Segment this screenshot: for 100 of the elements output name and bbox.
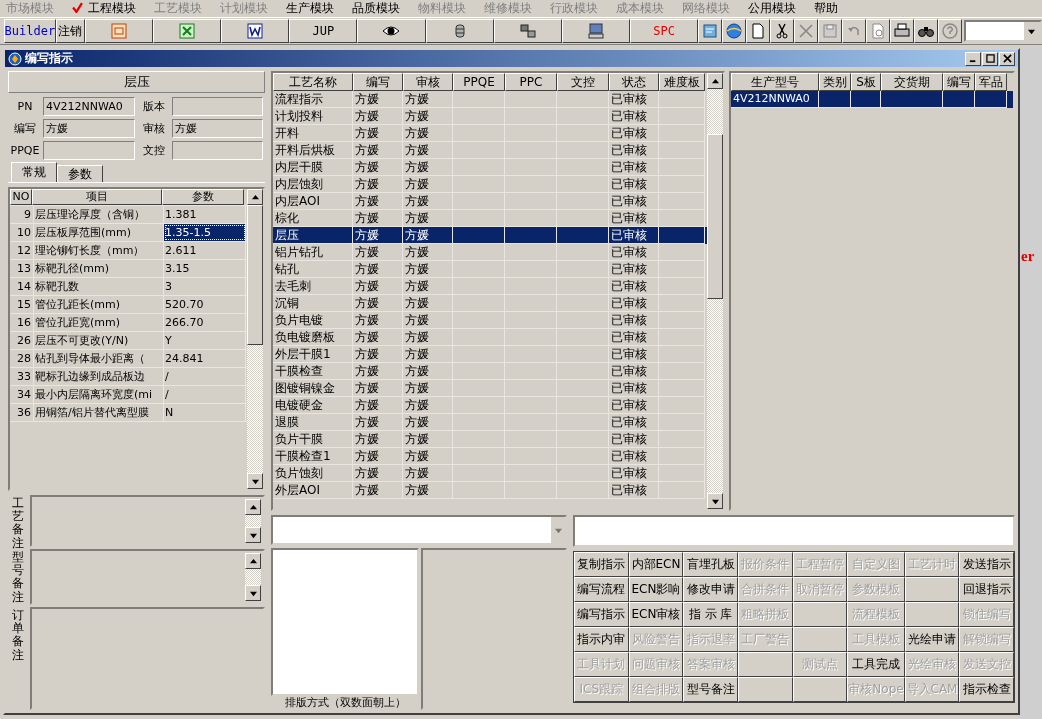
action-button[interactable]: 编写流程 xyxy=(574,577,629,602)
menu-item[interactable]: 品质模块 xyxy=(352,0,400,15)
slides-button[interactable] xyxy=(84,19,153,43)
memo-field[interactable] xyxy=(30,549,265,605)
memo-field[interactable] xyxy=(30,495,265,547)
text-field[interactable] xyxy=(573,515,1015,547)
blank-button[interactable] xyxy=(792,677,848,702)
table-row[interactable]: 干膜检查 方媛 方媛 已审核 xyxy=(273,363,707,380)
table-cell[interactable]: 3.15 xyxy=(164,260,246,277)
action-button[interactable]: 型号备注 xyxy=(683,677,738,702)
table-cell[interactable]: 1.381 xyxy=(164,206,246,223)
column-header[interactable]: S板 xyxy=(851,73,881,91)
tab[interactable]: 参数 xyxy=(57,165,103,182)
toolbar-button[interactable]: 注销 xyxy=(55,19,85,43)
close-button[interactable] xyxy=(999,51,1015,66)
scrollbar[interactable] xyxy=(247,189,263,489)
sheet-button[interactable] xyxy=(152,19,222,43)
action-button[interactable]: 盲埋孔板 xyxy=(683,552,738,577)
action-button[interactable]: 发送指示 xyxy=(959,552,1014,577)
table-row[interactable]: 外层AOI 方媛 方媛 已审核 xyxy=(273,482,707,499)
table-row[interactable]: 开料后烘板 方媛 方媛 已审核 xyxy=(273,142,707,159)
table-cell[interactable]: 3 xyxy=(164,278,246,295)
table-cell[interactable]: 24.841 xyxy=(164,350,246,367)
table-row[interactable]: 电镀硬金 方媛 方媛 已审核 xyxy=(273,397,707,414)
toolbar-dropdown[interactable] xyxy=(964,20,1042,42)
scrollbar[interactable] xyxy=(245,553,261,601)
globe-button[interactable] xyxy=(722,19,747,43)
database-button[interactable] xyxy=(425,19,494,43)
table-row[interactable]: 计划投料 方媛 方媛 已审核 xyxy=(273,108,707,125)
toolbar-button[interactable]: Builder xyxy=(4,19,56,43)
scrollbar[interactable] xyxy=(707,73,723,509)
table-row[interactable]: 干膜检查1 方媛 方媛 已审核 xyxy=(273,448,707,465)
action-button[interactable]: 指示内审 xyxy=(574,627,629,652)
cut-button[interactable] xyxy=(770,19,795,43)
table-cell[interactable]: 520.70 xyxy=(164,296,246,313)
dropdown[interactable] xyxy=(271,515,567,545)
table-row[interactable]: 退膜 方媛 方媛 已审核 xyxy=(273,414,707,431)
table-row[interactable]: 铝片钻孔 方媛 方媛 已审核 xyxy=(273,244,707,261)
table-row[interactable]: 流程指示 方媛 方媛 已审核 xyxy=(273,91,707,108)
table-row[interactable]: 负片干膜 方媛 方媛 已审核 xyxy=(273,431,707,448)
table-cell[interactable]: 266.70 xyxy=(164,314,246,331)
input-field[interactable] xyxy=(171,141,263,160)
blank-button[interactable] xyxy=(904,602,960,627)
column-header[interactable]: 参数 xyxy=(162,189,244,205)
table-row[interactable]: 内层干膜 方媛 方媛 已审核 xyxy=(273,159,707,176)
column-header[interactable]: PPQE xyxy=(453,73,505,91)
column-header[interactable]: 项目 xyxy=(32,189,162,205)
help-button[interactable] xyxy=(938,19,963,43)
action-button[interactable]: 复制指示 xyxy=(574,552,629,577)
menu-item[interactable]: 工程模块 xyxy=(72,0,136,15)
undo-button[interactable] xyxy=(842,19,867,43)
table-row[interactable]: 去毛刺 方媛 方媛 已审核 xyxy=(273,278,707,295)
column-header[interactable]: PPC xyxy=(505,73,557,91)
column-header[interactable]: 文控 xyxy=(557,73,609,91)
table-row[interactable]: 负电镀磨板 方媛 方媛 已审核 xyxy=(273,329,707,346)
table-cell[interactable]: 2.611 xyxy=(164,242,246,259)
table-row[interactable]: 负片电镀 方媛 方媛 已审核 xyxy=(273,312,707,329)
menu-item[interactable]: 公用模块 xyxy=(748,0,796,15)
maximize-button[interactable] xyxy=(982,51,998,66)
memo-field[interactable] xyxy=(30,607,265,710)
list-box[interactable] xyxy=(271,548,419,696)
column-header[interactable]: 生产型号 xyxy=(731,73,819,91)
toolbar-button[interactable]: JUP xyxy=(289,19,358,43)
menu-item[interactable]: 生产模块 xyxy=(286,0,334,15)
table-row[interactable]: 外层干膜1 方媛 方媛 已审核 xyxy=(273,346,707,363)
table-row[interactable]: 负片蚀刻 方媛 方媛 已审核 xyxy=(273,465,707,482)
column-header[interactable]: 编写 xyxy=(943,73,975,91)
column-header[interactable]: 难度板 xyxy=(659,73,705,91)
find-button[interactable] xyxy=(914,19,939,43)
table-row[interactable]: 4V212NNWA0 xyxy=(731,91,1013,108)
action-button[interactable]: ECN审核 xyxy=(628,602,684,627)
table-row[interactable]: 图镀铜镍金 方媛 方媛 已审核 xyxy=(273,380,707,397)
print-button[interactable] xyxy=(890,19,915,43)
action-button[interactable]: 指 示 库 xyxy=(683,602,738,627)
action-button[interactable]: 编写指示 xyxy=(574,602,629,627)
blank-button[interactable] xyxy=(738,652,793,677)
table-row[interactable]: 钻孔 方媛 方媛 已审核 xyxy=(273,261,707,278)
column-header[interactable]: NO xyxy=(10,189,32,205)
table-row[interactable]: 沉铜 方媛 方媛 已审核 xyxy=(273,295,707,312)
blank-button[interactable] xyxy=(792,627,848,652)
action-button[interactable]: 修改申请 xyxy=(683,577,738,602)
doc-button[interactable] xyxy=(221,19,290,43)
preview-button[interactable] xyxy=(866,19,891,43)
column-header[interactable]: 审核 xyxy=(403,73,453,91)
table-row[interactable]: 内层蚀刻 方媛 方媛 已审核 xyxy=(273,176,707,193)
monitor-button[interactable] xyxy=(561,19,631,43)
blank-button[interactable] xyxy=(904,577,960,602)
action-button[interactable]: ECN影响 xyxy=(628,577,684,602)
network-button[interactable] xyxy=(493,19,562,43)
blank-button[interactable] xyxy=(738,677,793,702)
action-button[interactable]: 内部ECN xyxy=(628,552,684,577)
save-button[interactable] xyxy=(818,19,843,43)
column-header[interactable]: 状态 xyxy=(609,73,659,91)
table-cell[interactable]: 1.35-1.5 xyxy=(164,224,246,241)
table-cell[interactable]: / xyxy=(164,368,246,385)
input-field[interactable]: 方媛 xyxy=(43,119,135,138)
menu-item[interactable]: 帮助 xyxy=(814,0,838,15)
blank-button[interactable] xyxy=(792,602,848,627)
table-cell[interactable]: / xyxy=(164,386,246,403)
column-header[interactable]: 军品 xyxy=(975,73,1007,91)
